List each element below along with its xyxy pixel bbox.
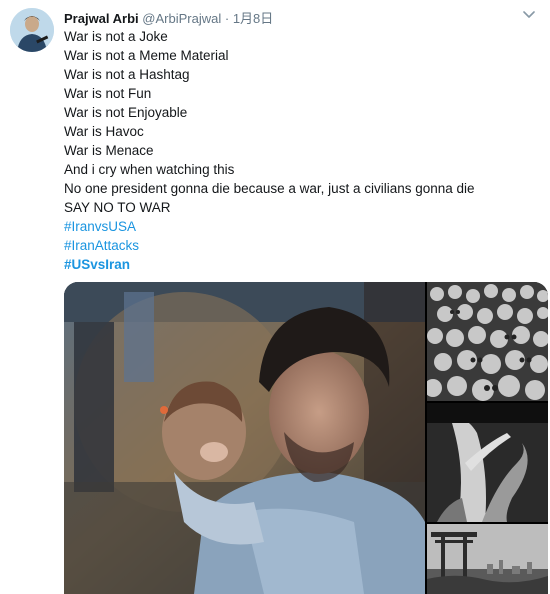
more-options-button[interactable] — [520, 6, 538, 24]
burnt-tree-photo[interactable] — [427, 403, 548, 522]
hashtag-link[interactable]: #USvsIran — [64, 257, 130, 272]
tweet-text: War is not a Joke War is not a Meme Mate… — [64, 27, 534, 274]
tweet-line: War is Havoc — [64, 124, 144, 139]
tweet: Prajwal Arbi @ArbiPrajwal · 1月8日 War is … — [0, 0, 550, 594]
man-holding-child-photo[interactable] — [64, 282, 425, 594]
media-grid — [64, 282, 548, 594]
tweet-line: War is not Enjoyable — [64, 105, 188, 120]
avatar-icon — [10, 8, 54, 52]
tweet-line: SAY NO TO WAR — [64, 200, 171, 215]
chevron-down-icon — [523, 11, 535, 18]
torii-gate-ruins-photo[interactable] — [427, 524, 548, 594]
separator-dot: · — [224, 11, 230, 26]
tweet-line: War is not a Hashtag — [64, 67, 190, 82]
tweet-line: And i cry when watching this — [64, 162, 235, 177]
tweet-line: War is not a Meme Material — [64, 48, 229, 63]
hashtag-link[interactable]: #IranAttacks — [64, 238, 139, 253]
avatar[interactable] — [10, 8, 54, 52]
tweet-line: War is not a Joke — [64, 29, 168, 44]
tweet-date[interactable]: 1月8日 — [233, 11, 273, 26]
author-handle[interactable]: @ArbiPrajwal — [142, 11, 221, 26]
tweet-line: No one president gonna die because a war… — [64, 181, 475, 196]
author-name[interactable]: Prajwal Arbi — [64, 11, 139, 26]
tweet-line: War is not Fun — [64, 86, 152, 101]
tweet-line: War is Menace — [64, 143, 154, 158]
skulls-pile-photo[interactable] — [427, 282, 548, 401]
hashtag-link[interactable]: #IranvsUSA — [64, 219, 136, 234]
tweet-header: Prajwal Arbi @ArbiPrajwal · 1月8日 — [64, 8, 273, 26]
